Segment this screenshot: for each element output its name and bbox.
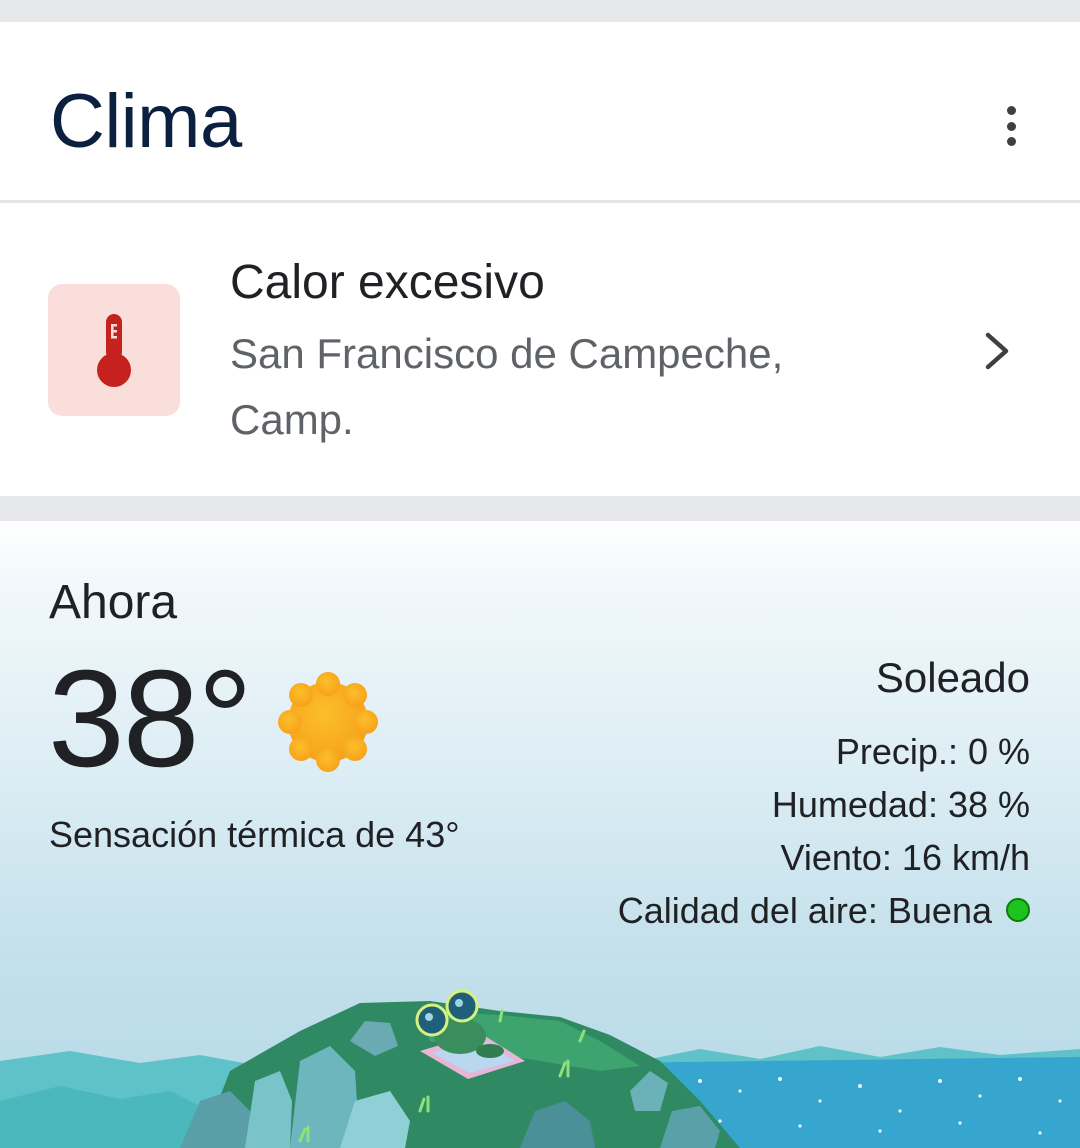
more-vert-icon[interactable] xyxy=(990,102,1032,150)
section-gap xyxy=(0,496,1080,521)
page-title: Clima xyxy=(50,79,242,164)
sun-icon xyxy=(278,672,378,772)
precipitation: Precip.: 0 % xyxy=(835,731,1030,772)
top-strip xyxy=(0,0,1080,22)
thermometer-icon xyxy=(48,284,180,416)
air-quality-indicator xyxy=(1006,898,1030,923)
current-weather-card[interactable]: Ahora 38° Sensación térmica de 43° Solea… xyxy=(0,521,1080,1148)
current-temperature: 38° xyxy=(48,642,253,796)
feels-like: Sensación térmica de 43° xyxy=(49,814,460,855)
humidity: Humedad: 38 % xyxy=(771,784,1030,825)
wind: Viento: 16 km/h xyxy=(780,837,1031,878)
now-label: Ahora xyxy=(49,576,178,629)
alert-title: Calor excesivo xyxy=(230,256,545,309)
air-quality: Calidad del aire: Buena xyxy=(617,890,992,931)
condition-text: Soleado xyxy=(875,654,1030,701)
weather-illustration xyxy=(0,951,1080,1148)
chevron-right-icon[interactable] xyxy=(980,331,1014,371)
weather-alert-card[interactable]: Calor excesivo San Francisco de Campeche… xyxy=(0,203,1080,496)
alert-location: San Francisco de Campeche, Camp. xyxy=(230,330,784,443)
app-header: Clima xyxy=(0,22,1080,200)
air-quality-row: Calidad del aire: Buena xyxy=(618,884,1030,937)
weather-details: Precip.: 0 % Humedad: 38 % Viento: 16 km… xyxy=(618,725,1030,937)
